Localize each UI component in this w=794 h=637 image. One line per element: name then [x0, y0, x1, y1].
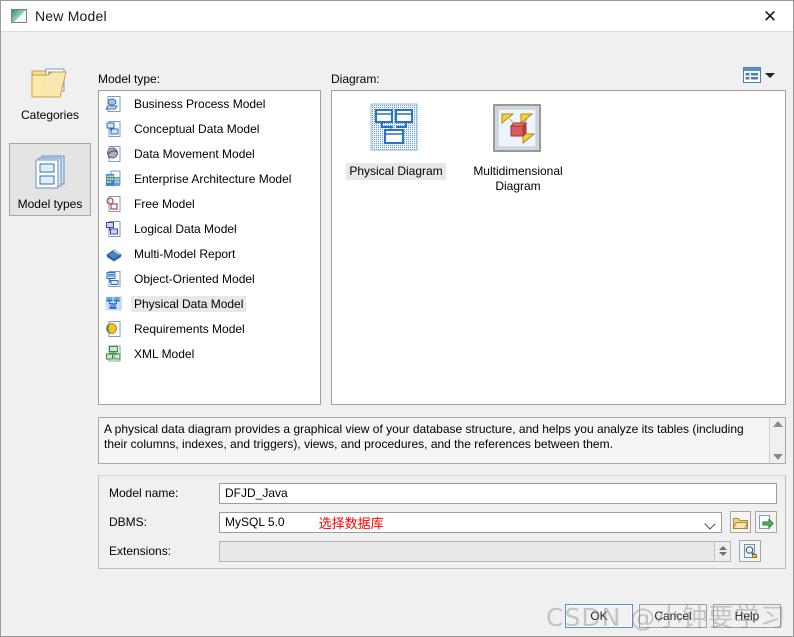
spinner-up-icon[interactable]: [718, 546, 727, 550]
list-item-label: Enterprise Architecture Model: [134, 171, 292, 186]
help-button[interactable]: Help: [713, 604, 781, 628]
model-settings-form: Model name: DFJD_Java DBMS: MySQL 5.0 选择…: [98, 475, 786, 569]
extensions-input[interactable]: [219, 540, 731, 562]
model-type-list[interactable]: Business Process Model Conceptual Data M…: [98, 90, 321, 405]
model-name-label: Model name:: [109, 486, 179, 500]
import-arrow-icon: [758, 515, 774, 529]
list-item-label: Requirements Model: [134, 321, 245, 336]
dbms-row: DBMS: MySQL 5.0 选择数据库: [109, 511, 778, 533]
list-item-label: Free Model: [134, 196, 195, 211]
app-window-icon: [11, 9, 27, 23]
list-item[interactable]: Object-Oriented Model: [99, 266, 320, 291]
list-item-physical-data-model[interactable]: Physical Data Model: [99, 291, 320, 316]
extensions-row: Extensions:: [109, 540, 777, 562]
window-title: New Model: [35, 8, 107, 24]
multi-model-report-icon: [106, 248, 122, 261]
folder-open-icon: [733, 517, 749, 529]
magnifier-page-icon: [743, 544, 757, 558]
dbms-label: DBMS:: [109, 515, 148, 529]
rail-item-categories[interactable]: Categories: [9, 54, 91, 127]
model-type-label: Model type:: [98, 72, 161, 86]
list-item-label: Multi-Model Report: [134, 246, 236, 261]
diagram-label: Diagram:: [331, 72, 380, 86]
list-item-label: XML Model: [134, 346, 195, 361]
data-movement-icon: [107, 145, 121, 162]
list-view-icon: [743, 67, 761, 83]
rail-item-model-types[interactable]: Model types: [9, 143, 91, 216]
dbms-value: MySQL 5.0: [225, 515, 285, 529]
close-icon[interactable]: ✕: [755, 4, 785, 28]
list-item[interactable]: Conceptual Data Model: [99, 116, 320, 141]
description-box: A physical data diagram provides a graph…: [98, 417, 786, 464]
description-text: A physical data diagram provides a graph…: [104, 422, 744, 451]
requirements-icon: [106, 320, 121, 337]
diagram-item-physical[interactable]: Physical Diagram: [342, 99, 450, 180]
description-scrollbar[interactable]: [769, 418, 785, 463]
diagram-item-multidimensional[interactable]: Multidimensional Diagram: [464, 99, 572, 195]
list-item-label: Conceptual Data Model: [134, 121, 260, 136]
list-item-label: Data Movement Model: [134, 146, 255, 161]
list-item[interactable]: Business Process Model: [99, 91, 320, 116]
physical-data-icon: [105, 296, 122, 310]
category-rail: Categories Model types: [9, 54, 91, 216]
list-item-label: Logical Data Model: [134, 221, 237, 236]
chevron-down-icon: [704, 517, 716, 530]
dbms-browse-button[interactable]: [729, 511, 752, 533]
title-bar: New Model ✕: [1, 1, 793, 31]
dialog-body: Categories Model types Model type: Diagr…: [1, 31, 793, 636]
list-item-label: Physical Data Model: [131, 295, 247, 312]
dialog-button-bar: OK Cancel Help: [565, 604, 781, 628]
list-item-label: Business Process Model: [134, 96, 266, 111]
ok-button[interactable]: OK: [565, 604, 633, 628]
extensions-label: Extensions:: [109, 544, 172, 558]
list-item[interactable]: Free Model: [99, 191, 320, 216]
extensions-spinner[interactable]: [714, 541, 730, 561]
rail-item-model-types-label: Model types: [17, 197, 83, 211]
physical-diagram-icon: [370, 103, 418, 151]
list-item[interactable]: Multi-Model Report: [99, 241, 320, 266]
list-item[interactable]: Data Movement Model: [99, 141, 320, 166]
dbms-annotation: 选择数据库: [318, 516, 384, 532]
spinner-down-icon[interactable]: [718, 552, 727, 556]
folder-documents-icon: [31, 68, 67, 98]
dbms-import-button[interactable]: [755, 511, 778, 533]
logical-data-icon: [106, 220, 121, 237]
chevron-down-icon: [765, 72, 775, 78]
rail-item-categories-label: Categories: [20, 108, 80, 122]
list-item[interactable]: Enterprise Architecture Model: [99, 166, 320, 191]
list-item[interactable]: Requirements Model: [99, 316, 320, 341]
stacked-documents-icon: [35, 155, 65, 189]
list-item-label: Object-Oriented Model: [134, 271, 255, 286]
diagram-list[interactable]: Physical Diagram Multidimensional Diagra…: [331, 90, 786, 405]
model-name-row: Model name: DFJD_Java: [109, 482, 777, 504]
enterprise-architecture-icon: [106, 170, 121, 186]
dbms-combobox[interactable]: MySQL 5.0 选择数据库: [219, 511, 722, 533]
free-model-icon: [106, 195, 121, 212]
model-name-input[interactable]: DFJD_Java: [219, 482, 777, 504]
list-item[interactable]: Logical Data Model: [99, 216, 320, 241]
scroll-down-icon[interactable]: [772, 454, 783, 460]
xml-model-icon: [106, 345, 121, 361]
business-process-icon: [105, 95, 121, 112]
view-toggle-button[interactable]: [743, 67, 775, 83]
object-oriented-icon: [106, 270, 121, 287]
cancel-button[interactable]: Cancel: [639, 604, 707, 628]
diagram-item-label: Physical Diagram: [346, 163, 446, 180]
multidimensional-diagram-icon: [493, 104, 541, 152]
conceptual-data-icon: [106, 120, 121, 137]
scroll-up-icon[interactable]: [772, 421, 783, 427]
extensions-preview-button[interactable]: [739, 540, 761, 562]
diagram-item-label: Multidimensional Diagram: [473, 164, 563, 193]
new-model-dialog: New Model ✕ Categories Model types Model…: [0, 0, 794, 637]
list-item[interactable]: XML Model: [99, 341, 320, 366]
